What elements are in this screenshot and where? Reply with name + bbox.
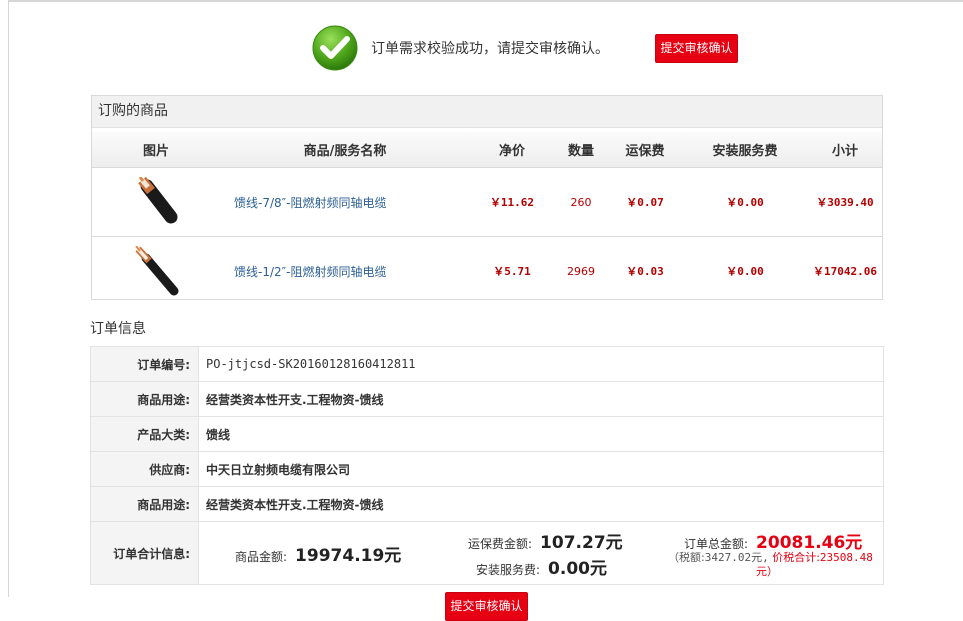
category-row: 产品大类: 馈线 [90,416,884,452]
table-row: 馈线-1/2″-阻燃射频同轴电缆 ￥5.71 2969 ￥0.03 ￥0.00 … [92,237,882,306]
install-fee-label: 安装服务费: [476,563,541,577]
order-no-value: PO-jtjcsd-SK20160128160412811 [198,346,884,382]
goods-title: 订购的商品 [92,96,882,128]
quantity: 260 [554,167,608,237]
shipping-fee: ￥0.03 [626,265,664,278]
usage2-row: 商品用途: 经营类资本性开支.工程物资-馈线 [90,486,884,522]
net-price: ￥5.71 [493,265,531,278]
shipping-amount-label: 运保费金额: [468,537,533,551]
subtotal: ￥3039.40 [808,167,882,237]
col-quantity: 数量 [554,128,608,168]
order-no-label: 订单编号: [90,346,199,382]
tax-prefix: （税额: [668,551,705,564]
product-image-cell[interactable] [92,167,220,237]
install-fee: ￥0.00 [682,167,808,237]
usage-label: 商品用途: [90,381,199,417]
supplier-label: 供应商: [90,451,199,487]
order-info-table: 订单编号: PO-jtjcsd-SK20160128160412811 商品用途… [90,346,884,585]
col-name: 商品/服务名称 [220,128,470,168]
tax-total-label: 价税合计: [772,551,820,564]
tax-value: 3427.02元, [704,551,769,564]
order-total-row: 订单合计信息: 商品金额: 19974.19元 运保费金额: 107.27元 安装服… [90,521,884,585]
order-total-amount-label: 订单总金额: [684,537,749,551]
success-message: 订单需求校验成功，请提交审核确认。 [371,41,609,57]
order-total-label: 订单合计信息: [90,521,199,585]
cable-7-8-icon[interactable] [131,177,181,227]
product-name-link[interactable]: 馈线-1/2″-阻燃射频同轴电缆 [220,237,470,306]
category-label: 产品大类: [90,416,199,452]
supplier-value: 中天日立射频电缆有限公司 [198,451,884,487]
shipping-amount: 运保费金额: 107.27元 [468,528,623,553]
ordered-goods-panel: 订购的商品 图片 商品/服务名称 净价 数量 运保费 安装服务费 小计 馈线-7… [91,95,883,300]
install-fee: ￥0.00 [726,265,764,278]
tax-total-value: 23508.48 [819,551,873,564]
usage-value: 经营类资本性开支.工程物资-馈线 [198,381,884,417]
submit-review-button[interactable]: 提交审核确认 [655,34,738,63]
product-image-cell[interactable] [92,237,220,306]
tax-info: （税额:3427.02元, 价税合计:23508.48 元） [668,551,878,579]
goods-amount: 商品金额: 19974.19元 [235,541,401,566]
bottom-submit-button[interactable]: 提交审核确认 [445,592,528,621]
success-check-icon [312,25,358,71]
cable-1-2-icon[interactable] [131,246,181,296]
goods-table: 图片 商品/服务名称 净价 数量 运保费 安装服务费 小计 馈线-7/8″-阻燃… [92,128,882,305]
product-name-link[interactable]: 馈线-7/8″-阻燃射频同轴电缆 [220,167,470,237]
quantity: 2969 [567,264,595,278]
subtotal: ￥17042.06 [813,265,877,278]
usage2-label: 商品用途: [90,486,199,522]
net-price: ￥11.62 [470,167,554,237]
goods-amount-value: 19974.19元 [295,546,402,566]
col-net-price: 净价 [470,128,554,168]
usage2-value: 经营类资本性开支.工程物资-馈线 [198,486,884,522]
col-install: 安装服务费 [682,128,808,168]
category-value: 馈线 [198,416,884,452]
col-subtotal: 小计 [808,128,882,168]
col-shipping: 运保费 [608,128,682,168]
goods-amount-label: 商品金额: [235,550,288,564]
order-total-cell: 商品金额: 19974.19元 运保费金额: 107.27元 安装服务费: 0.00元… [198,521,884,585]
shipping-amount-value: 107.27元 [540,533,623,553]
shipping-fee: ￥0.07 [608,167,682,237]
order-total-amount-value: 20081.46元 [756,533,863,553]
order-no-row: 订单编号: PO-jtjcsd-SK20160128160412811 [90,346,884,382]
order-info-title: 订单信息 [90,321,146,337]
tax-suffix: 元） [756,565,778,578]
col-image: 图片 [92,128,220,168]
usage-row: 商品用途: 经营类资本性开支.工程物资-馈线 [90,381,884,417]
supplier-row: 供应商: 中天日立射频电缆有限公司 [90,451,884,487]
table-row: 馈线-7/8″-阻燃射频同轴电缆 ￥11.62 260 ￥0.07 ￥0.00 … [92,167,882,237]
goods-header-row: 图片 商品/服务名称 净价 数量 运保费 安装服务费 小计 [92,128,882,168]
install-fee-value: 0.00元 [548,559,607,579]
order-total-amount: 订单总金额: 20081.46元 [684,528,862,553]
install-fee-amount: 安装服务费: 0.00元 [476,554,607,579]
